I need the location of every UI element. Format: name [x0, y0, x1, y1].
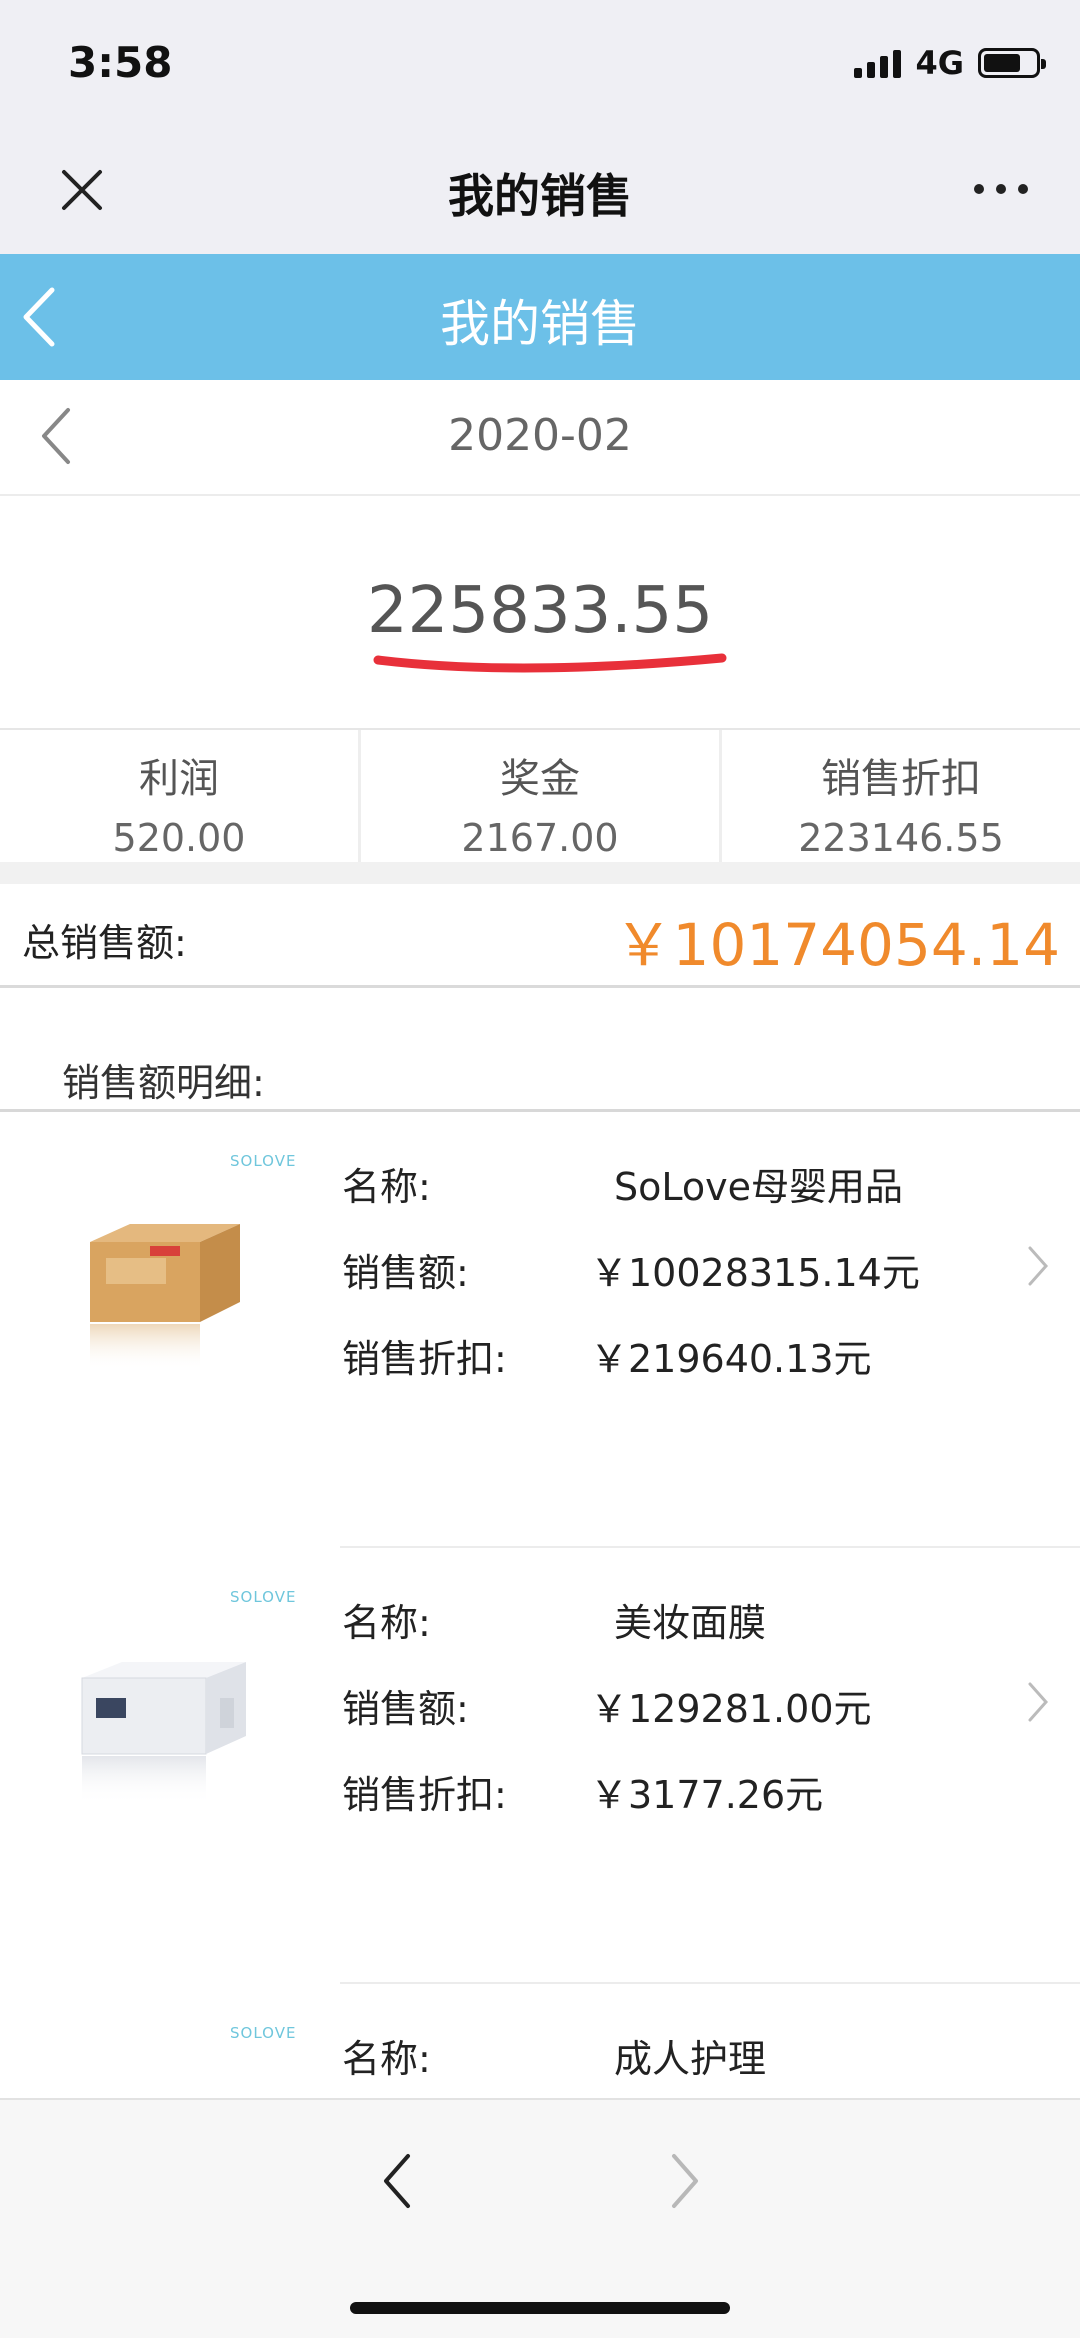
brand-logo: SOLOVE	[230, 1152, 297, 1170]
chevron-right-icon[interactable]	[1026, 1680, 1050, 1724]
back-icon[interactable]	[378, 2150, 414, 2212]
product-item[interactable]: SOLOVE 名称: 美妆面膜 销售额: ￥129281.00元 销售折扣: ￥…	[0, 1548, 1080, 1984]
page-title: 我的销售	[440, 295, 640, 353]
product-box-image	[70, 2090, 260, 2098]
network-label: 4G	[915, 44, 964, 82]
home-indicator	[350, 2302, 730, 2314]
stat-discount: 销售折扣 223146.55	[722, 730, 1080, 862]
product-discount: ￥219640.13元	[590, 1337, 872, 1381]
sales-label: 销售额:	[342, 1687, 469, 1731]
product-item[interactable]: SOLOVE 名称: SoLove母婴用品 销售额: ￥10028315.14元…	[0, 1112, 1080, 1548]
total-sales-value: ￥10174054.14	[614, 911, 1060, 979]
total-sales-label: 总销售额:	[22, 921, 187, 965]
red-underline-mark	[373, 653, 727, 673]
section-divider	[0, 862, 1080, 884]
stat-label: 利润	[139, 756, 219, 802]
stat-profit: 利润 520.00	[0, 730, 361, 862]
product-box-image	[81, 1662, 246, 1804]
details-title: 销售额明细:	[62, 1061, 265, 1105]
signal-icon	[854, 48, 902, 78]
stat-label: 奖金	[500, 756, 580, 802]
monthly-sales-summary: 225833.55	[0, 496, 1080, 728]
name-label: 名称:	[342, 1165, 431, 1209]
stat-label: 销售折扣	[821, 756, 981, 802]
battery-icon	[978, 48, 1046, 78]
wechat-nav-title: 我的销售	[448, 169, 632, 223]
page-header: 我的销售	[0, 254, 1080, 380]
product-sales: ￥10028315.14元	[590, 1251, 920, 1295]
product-item[interactable]: SOLOVE 名称: 成人护理	[0, 1984, 1080, 2098]
stat-bonus: 奖金 2167.00	[361, 730, 722, 862]
brand-logo: SOLOVE	[230, 2024, 297, 2042]
brand-logo: SOLOVE	[230, 1588, 297, 1606]
wechat-nav-bar: 我的销售	[0, 130, 1080, 254]
chevron-right-icon[interactable]	[1026, 1244, 1050, 1288]
status-time: 3:58	[68, 38, 173, 87]
name-label: 名称:	[342, 2037, 431, 2081]
month-selector: 2020-02	[0, 380, 1080, 496]
product-sales: ￥129281.00元	[590, 1687, 872, 1731]
month-label: 2020-02	[448, 410, 632, 461]
product-discount: ￥3177.26元	[590, 1773, 824, 1817]
total-sales-row: 总销售额: ￥10174054.14	[0, 884, 1080, 988]
status-icons: 4G	[854, 44, 1046, 82]
name-label: 名称:	[342, 1601, 431, 1645]
forward-icon[interactable]	[668, 2150, 704, 2212]
product-name: 成人护理	[614, 2037, 767, 2081]
monthly-sales-amount: 225833.55	[366, 574, 714, 648]
product-box-image	[90, 1224, 240, 1370]
stat-value: 520.00	[112, 816, 246, 860]
stats-row: 利润 520.00 奖金 2167.00 销售折扣 223146.55	[0, 728, 1080, 862]
stat-value: 223146.55	[798, 816, 1004, 860]
status-bar: 3:58 4G	[0, 0, 1080, 130]
more-options-icon[interactable]	[974, 184, 1028, 194]
details-header: 销售额明细:	[0, 988, 1080, 1112]
sales-label: 销售额:	[342, 1251, 469, 1295]
product-name: 美妆面膜	[614, 1601, 767, 1645]
discount-label: 销售折扣:	[342, 1773, 507, 1817]
stat-value: 2167.00	[461, 816, 619, 860]
product-name: SoLove母婴用品	[614, 1165, 903, 1209]
discount-label: 销售折扣:	[342, 1337, 507, 1381]
